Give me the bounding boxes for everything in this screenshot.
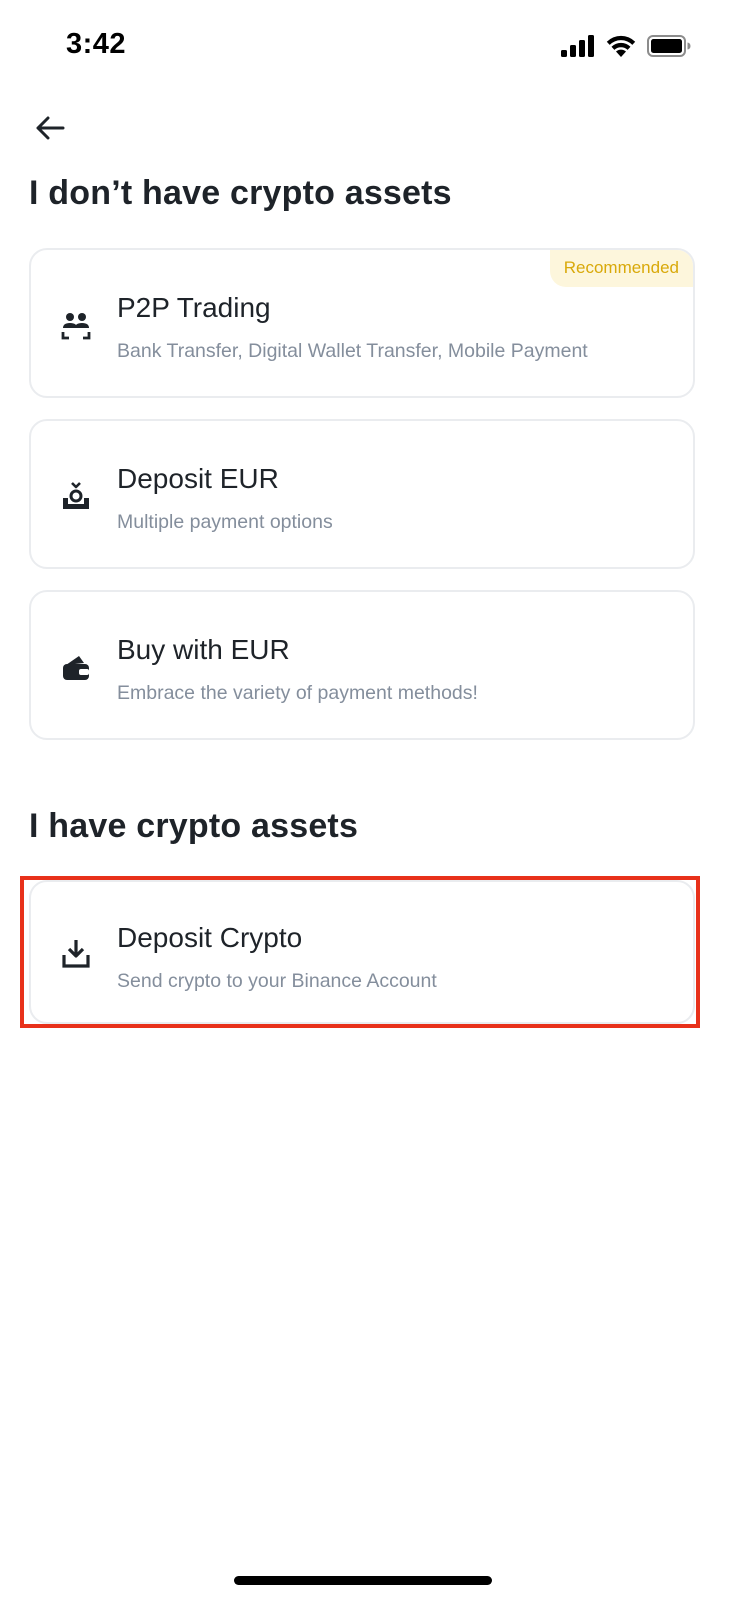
signal-icon — [561, 34, 595, 62]
option-card-p2p-trading[interactable]: Recommended P2P Trading Bank Transfer, D… — [29, 248, 695, 398]
section-title-have-crypto: I have crypto assets — [29, 807, 359, 845]
option-title: Buy with EUR — [117, 634, 290, 665]
option-title: Deposit Crypto — [117, 922, 303, 953]
option-card-deposit-crypto[interactable]: Deposit Crypto Send crypto to your Binan… — [29, 880, 695, 1024]
option-title: P2P Trading — [117, 292, 271, 323]
home-indicator[interactable] — [234, 1576, 492, 1585]
p2p-users-icon — [61, 310, 91, 340]
status-bar: 3:42 — [0, 0, 739, 92]
wallet-card-icon — [61, 652, 91, 682]
option-subtitle: Embrace the variety of payment methods! — [117, 682, 478, 704]
section-title-no-crypto: I don’t have crypto assets — [29, 174, 452, 212]
wifi-icon — [605, 34, 637, 62]
deposit-fiat-icon — [61, 481, 91, 511]
option-subtitle: Send crypto to your Binance Account — [117, 970, 437, 992]
option-card-deposit-eur[interactable]: Deposit EUR Multiple payment options — [29, 419, 695, 569]
status-icons — [561, 34, 691, 62]
status-time: 3:42 — [66, 28, 127, 60]
option-subtitle: Bank Transfer, Digital Wallet Transfer, … — [117, 340, 588, 362]
battery-icon — [647, 34, 691, 62]
arrow-left-icon — [35, 116, 65, 145]
back-button[interactable] — [30, 110, 70, 150]
option-card-buy-with-eur[interactable]: Buy with EUR Embrace the variety of paym… — [29, 590, 695, 740]
option-subtitle: Multiple payment options — [117, 511, 333, 533]
option-title: Deposit EUR — [117, 463, 279, 494]
download-icon — [61, 938, 91, 968]
recommended-badge: Recommended — [549, 250, 693, 287]
